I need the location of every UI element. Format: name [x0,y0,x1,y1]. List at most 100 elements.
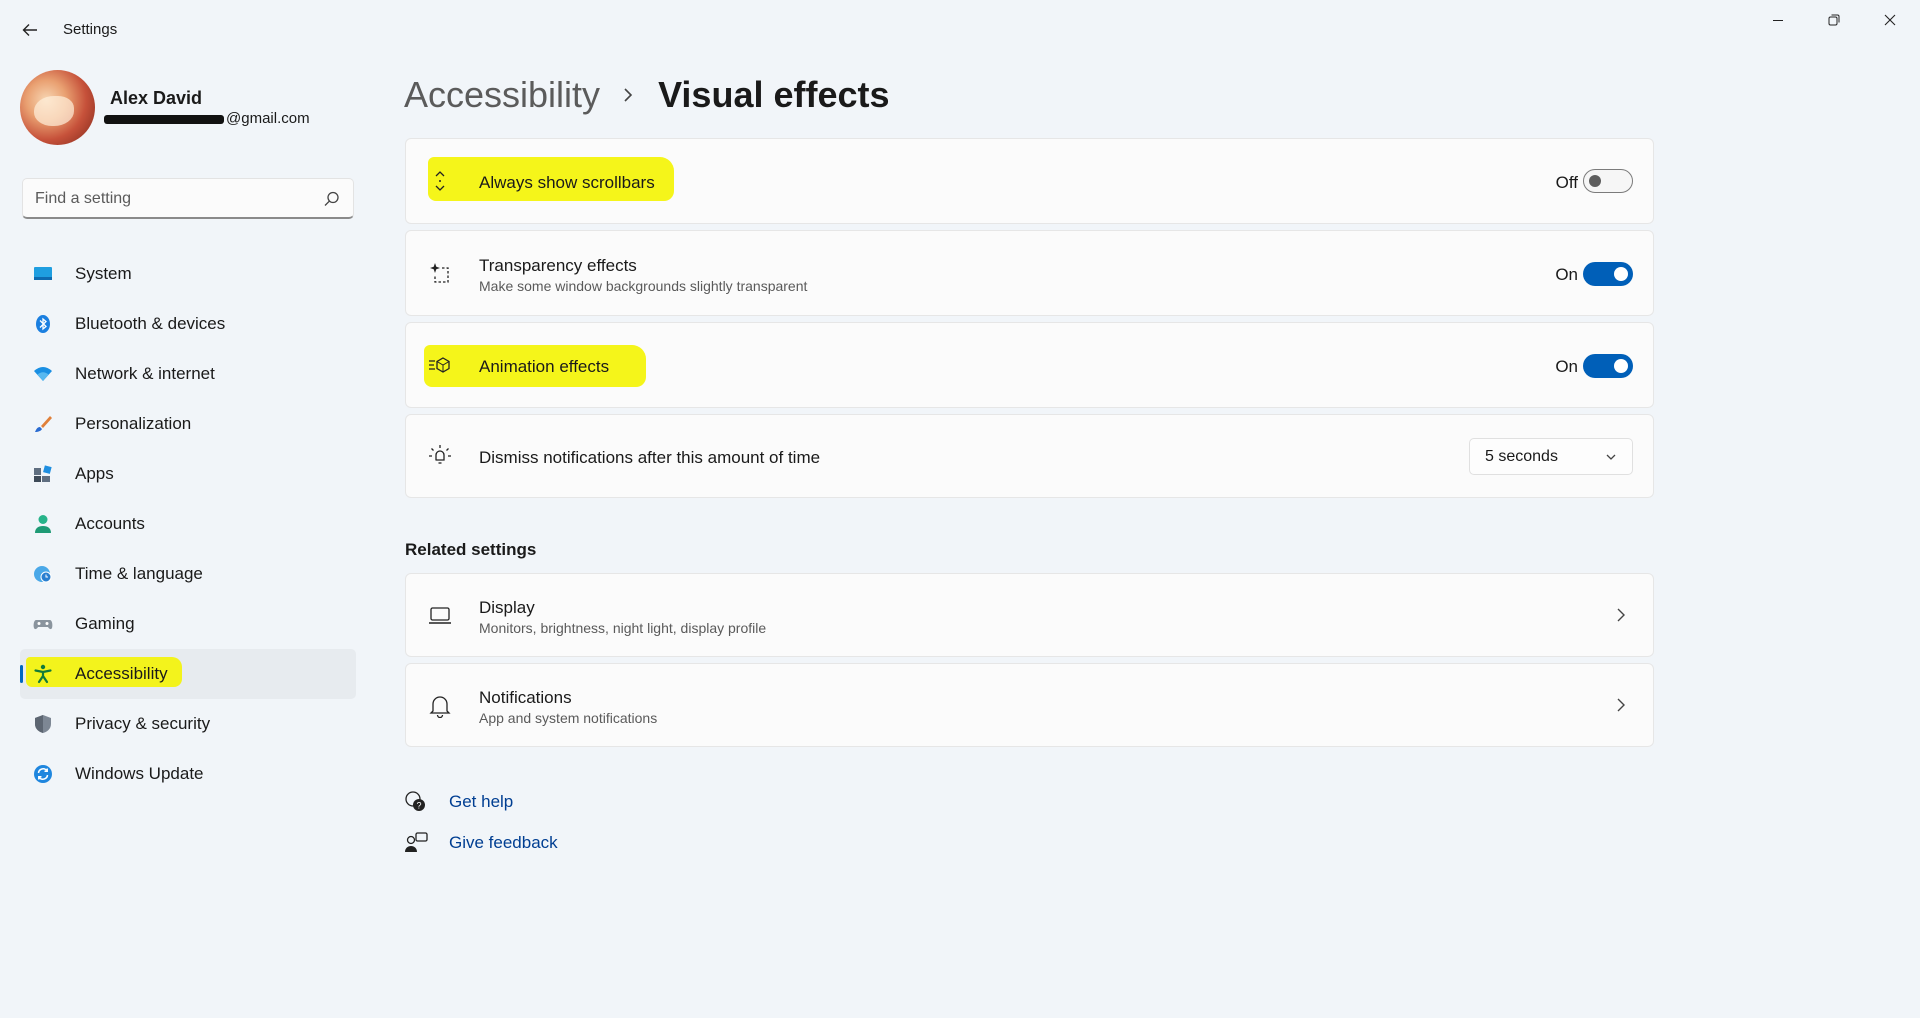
sidebar-item-label: Accessibility [75,664,168,683]
brush-icon [35,416,52,432]
user-email: @gmail.com [104,110,310,127]
email-redaction [104,114,224,124]
sidebar-item-accounts[interactable]: Accounts [20,499,356,549]
sidebar-item-label: Gaming [75,614,135,633]
toggle-state-label: On [1555,265,1578,284]
setting-animation-effects: Animation effects On [405,322,1654,408]
sidebar-item-windows-update[interactable]: Windows Update [20,749,356,799]
dropdown-value: 5 seconds [1485,448,1558,465]
sidebar-item-label: Apps [75,464,114,483]
sidebar-item-label: Privacy & security [75,714,211,733]
close-icon [1884,14,1896,26]
laptop-icon [429,607,451,624]
active-indicator [20,665,23,683]
setting-title: Animation effects [479,357,610,376]
breadcrumb-parent-link[interactable]: Accessibility [404,74,600,116]
chevron-right-icon [1617,698,1625,712]
toggle-knob [1614,267,1628,281]
toggle-state-label: On [1555,357,1578,376]
monitor-icon [34,267,52,280]
chevron-right-icon [624,88,633,102]
get-help-label[interactable]: Get help [449,792,513,812]
setting-title: Transparency effects [479,256,637,275]
chevron-down-icon [1606,454,1616,460]
gamepad-icon [33,620,53,630]
wifi-icon [34,367,52,381]
restore-icon [1828,14,1840,26]
back-arrow-icon [22,24,37,36]
globe-clock-icon [34,566,52,583]
sidebar-item-accessibility[interactable]: Accessibility [20,649,356,699]
setting-always-show-scrollbars: Always show scrollbars Off [405,138,1654,224]
sidebar-item-label: System [75,264,132,283]
feedback-icon [405,832,428,852]
help-chat-icon: ? [405,791,425,811]
sidebar-item-label: Accounts [75,514,145,533]
animation-toggle[interactable] [1583,354,1633,378]
scrollbar-arrows-icon [435,171,445,191]
search-box[interactable] [22,178,354,219]
setting-dismiss-notifications: Dismiss notifications after this amount … [405,414,1654,498]
animation-icon [429,357,450,373]
sidebar-item-label: Bluetooth & devices [75,314,226,333]
related-subtitle: App and system notifications [479,710,658,726]
svg-text:?: ? [416,801,421,811]
search-icon[interactable] [323,190,341,208]
search-input[interactable] [35,188,315,210]
bluetooth-icon [36,315,50,333]
toggle-knob [1614,359,1628,373]
notification-timer-icon [429,445,451,464]
related-subtitle: Monitors, brightness, night light, displ… [479,620,767,636]
give-feedback-label[interactable]: Give feedback [449,833,558,853]
chevron-right-icon [1617,608,1625,622]
apps-icon [34,465,52,482]
notification-duration-dropdown[interactable]: 5 seconds [1469,438,1633,475]
related-title: Display [479,598,535,617]
transparency-toggle[interactable] [1583,262,1633,286]
minimize-icon [1773,20,1783,21]
setting-title: Dismiss notifications after this amount … [479,448,821,467]
scrollbars-toggle[interactable] [1583,169,1633,193]
related-settings-heading: Related settings [405,540,537,559]
restore-button[interactable] [1814,8,1854,32]
sidebar-item-system[interactable]: System [20,249,356,299]
bell-icon [429,696,451,718]
toggle-state-label: Off [1555,173,1578,192]
sidebar-item-personalization[interactable]: Personalization [20,399,356,449]
avatar [20,70,95,145]
title-bar: Settings [0,0,1920,60]
user-name: Alex David [110,88,203,108]
sidebar-item-apps[interactable]: Apps [20,449,356,499]
sidebar-item-gaming[interactable]: Gaming [20,599,356,649]
related-title: Notifications [479,688,572,707]
sidebar-item-bluetooth[interactable]: Bluetooth & devices [20,299,356,349]
sidebar-item-label: Personalization [75,414,192,433]
app-title: Settings [63,21,118,38]
toggle-knob [1589,175,1601,187]
accessibility-icon [34,664,52,684]
sidebar-nav: System Bluetooth & devices Network & int… [20,249,356,799]
setting-title: Always show scrollbars [479,173,655,192]
page-title: Visual effects [658,74,890,115]
related-notifications-link[interactable]: Notifications App and system notificatio… [405,663,1654,747]
close-button[interactable] [1870,8,1910,32]
update-icon [34,765,52,783]
minimize-button[interactable] [1758,8,1798,32]
transparency-sparkle-icon [430,263,449,283]
sidebar-item-label: Windows Update [75,764,204,783]
give-feedback-link[interactable]: Give feedback [404,831,558,855]
sidebar-item-privacy[interactable]: Privacy & security [20,699,356,749]
shield-icon [35,715,51,733]
sidebar-item-time-language[interactable]: Time & language [20,549,356,599]
sidebar-item-network[interactable]: Network & internet [20,349,356,399]
setting-subtitle: Make some window backgrounds slightly tr… [479,278,808,294]
email-suffix: @gmail.com [226,110,310,127]
get-help-link[interactable]: ? Get help [404,790,513,814]
sidebar-item-label: Time & language [75,564,203,583]
sidebar-item-label: Network & internet [75,364,215,383]
person-icon [35,515,51,533]
related-display-link[interactable]: Display Monitors, brightness, night ligh… [405,573,1654,657]
setting-transparency-effects: Transparency effects Make some window ba… [405,230,1654,316]
back-button[interactable] [18,18,42,42]
breadcrumb: Accessibility Visual effects [404,70,890,120]
